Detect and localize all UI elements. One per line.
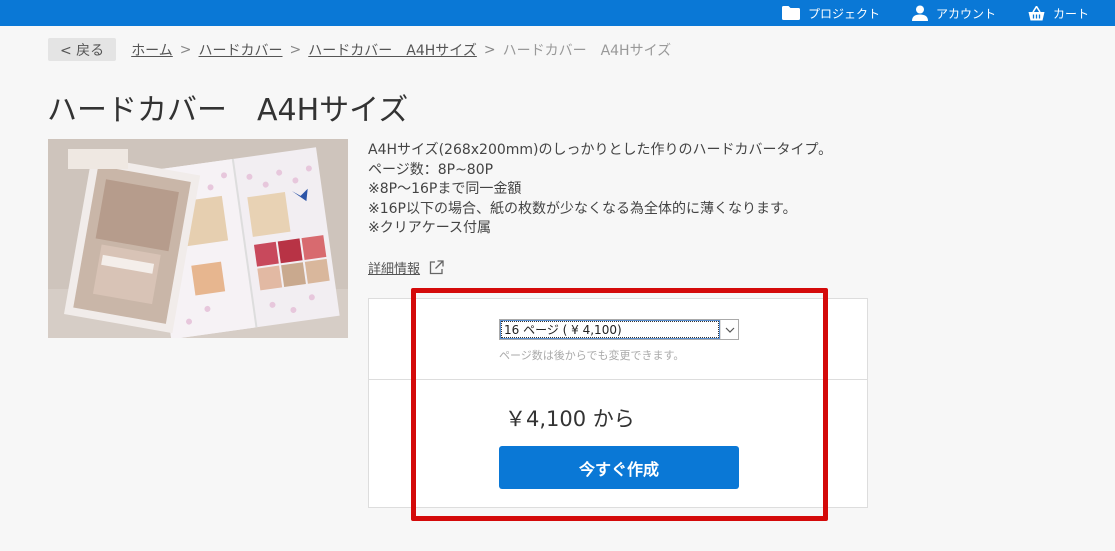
page-count-select-value: 16 ページ ( ¥ 4,100): [500, 320, 720, 339]
external-link-icon: [429, 260, 444, 275]
page-count-select[interactable]: 16 ページ ( ¥ 4,100): [499, 319, 739, 340]
order-panel: 16 ページ ( ¥ 4,100) ページ数は後からでも変更できます。 ￥4,1…: [368, 298, 868, 508]
nav-projects-label: プロジェクト: [807, 6, 880, 21]
nav-projects[interactable]: プロジェクト: [781, 5, 880, 22]
breadcrumb: < 戻る ホーム > ハードカバー > ハードカバー A4Hサイズ > ハードカ…: [48, 38, 671, 61]
breadcrumb-separator: >: [179, 41, 192, 58]
photobook-photo: [48, 139, 348, 338]
product-description: A4Hサイズ(268x200mm)のしっかりとした作りのハードカバータイプ。 ペ…: [368, 141, 832, 239]
user-icon: [911, 5, 928, 21]
breadcrumb-separator: >: [289, 41, 302, 58]
create-now-button[interactable]: 今すぐ作成: [499, 446, 739, 489]
breadcrumb-separator: >: [483, 41, 496, 58]
back-button[interactable]: < 戻る: [48, 38, 117, 61]
panel-divider: [369, 379, 867, 380]
top-nav: プロジェクト アカウント カート: [750, 0, 1089, 26]
description-line: ※8P～16Pまで同一金額: [368, 181, 522, 197]
nav-account[interactable]: アカウント: [911, 5, 996, 22]
breadcrumb-home[interactable]: ホーム: [131, 40, 173, 60]
product-image: [48, 139, 348, 338]
page-select-hint: ページ数は後からでも変更できます。: [499, 349, 685, 362]
price-label: ￥4,100 から: [505, 407, 635, 431]
description-line: ※クリアケース付属: [368, 220, 492, 236]
top-bar: プロジェクト アカウント カート: [0, 0, 1115, 26]
page-title: ハードカバー A4Hサイズ: [47, 93, 409, 128]
detail-info-link[interactable]: 詳細情報: [368, 258, 444, 277]
detail-info-label: 詳細情報: [368, 262, 421, 277]
nav-account-label: アカウント: [935, 6, 996, 21]
chevron-down-icon: [720, 320, 738, 339]
nav-cart-label: カート: [1052, 6, 1089, 21]
basket-icon: [1028, 5, 1045, 20]
description-line: A4Hサイズ(268x200mm)のしっかりとした作りのハードカバータイプ。: [368, 142, 833, 158]
description-line: ページ数：8P~80P: [368, 161, 494, 178]
folder-icon: [781, 6, 800, 20]
breadcrumb-current: ハードカバー A4Hサイズ: [502, 42, 672, 59]
nav-cart[interactable]: カート: [1028, 5, 1089, 22]
breadcrumb-hardcover[interactable]: ハードカバー: [199, 40, 283, 60]
description-line: ※16P以下の場合、紙の枚数が少なくなる為全体的に薄くなります。: [368, 200, 797, 217]
breadcrumb-hardcover-a4h[interactable]: ハードカバー A4Hサイズ: [308, 40, 477, 60]
